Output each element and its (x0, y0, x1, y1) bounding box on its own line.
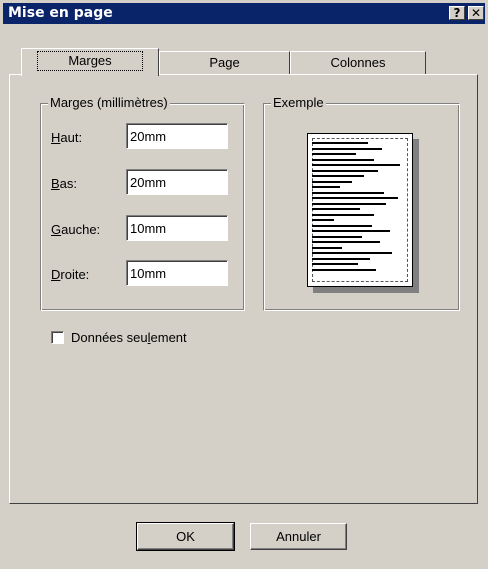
tab-colonnes[interactable]: Colonnes (290, 51, 426, 74)
right-margin-field[interactable] (126, 260, 228, 286)
preview-line (312, 219, 334, 221)
bottom-margin-label: Bas: (51, 176, 78, 191)
preview-line (312, 263, 358, 265)
bottom-margin-field[interactable] (126, 169, 228, 195)
preview-line (312, 186, 340, 188)
page-preview (307, 133, 413, 287)
preview-line (312, 197, 398, 199)
tab-label-page: Page (209, 55, 240, 70)
data-only-label[interactable]: Données seulement (71, 330, 187, 345)
right-margin-label: Droite: (51, 267, 90, 282)
cancel-button[interactable]: Annuler (250, 523, 347, 550)
top-margin-label: Haut: (51, 130, 83, 145)
margins-group-label: Marges (millimètres) (48, 95, 170, 110)
preview-line (312, 175, 364, 177)
preview-line (312, 202, 386, 205)
preview-line (312, 158, 374, 161)
preview-line (312, 224, 372, 227)
close-button[interactable]: ✕ (468, 6, 484, 20)
tab-label-marges: Marges (37, 51, 143, 71)
preview-line (312, 169, 378, 172)
preview-line (312, 213, 374, 216)
dialog-title: Mise en page (8, 5, 113, 21)
preview-line (312, 268, 376, 271)
page-setup-dialog: Mise en page ? ✕ Marges Page Colonnes Ma… (0, 0, 488, 569)
ok-button[interactable]: OK (136, 522, 235, 551)
preview-line (312, 208, 360, 210)
left-margin-field[interactable] (126, 215, 228, 241)
top-margin-field[interactable] (126, 123, 228, 149)
data-only-checkbox[interactable] (51, 331, 64, 344)
example-group-label: Exemple (271, 95, 326, 110)
tab-marges[interactable]: Marges (21, 48, 159, 76)
preview-line (312, 241, 380, 243)
preview-line (312, 246, 342, 249)
preview-line (312, 252, 392, 254)
preview-line (312, 142, 368, 144)
preview-line (312, 180, 352, 183)
preview-line (312, 191, 384, 194)
tab-label-colonnes: Colonnes (330, 55, 386, 70)
preview-line (312, 257, 370, 260)
title-bar[interactable]: Mise en page ? ✕ (3, 3, 485, 24)
help-button[interactable]: ? (449, 6, 465, 20)
preview-line (312, 164, 400, 166)
preview-line (312, 147, 382, 150)
tab-page[interactable]: Page (159, 51, 290, 74)
preview-line (312, 153, 356, 155)
preview-line (312, 230, 390, 232)
left-margin-label: Gauche: (51, 222, 101, 237)
preview-line (312, 235, 362, 238)
